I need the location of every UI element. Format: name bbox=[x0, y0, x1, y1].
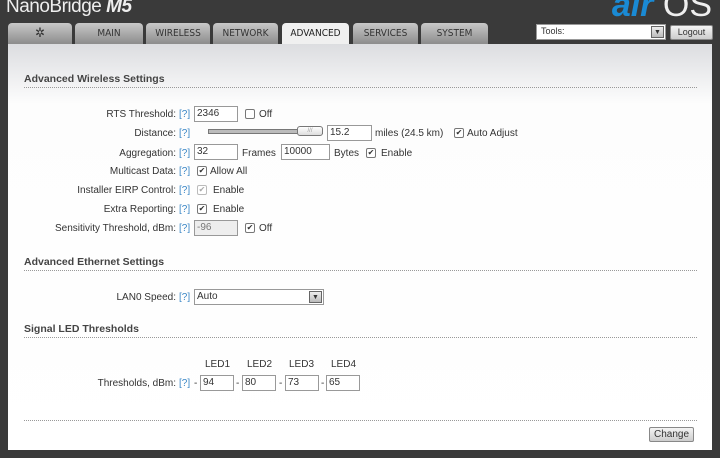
led2-input[interactable]: 80 bbox=[242, 375, 276, 391]
rts-input[interactable]: 2346 bbox=[194, 106, 238, 122]
section-title-wireless: Advanced Wireless Settings bbox=[24, 73, 165, 85]
extra-reporting-enable-label: Enable bbox=[213, 204, 245, 215]
sensitivity-off-label: Off bbox=[259, 223, 273, 234]
rts-off-checkbox[interactable] bbox=[245, 109, 255, 119]
tab-network[interactable]: NETWORK bbox=[213, 23, 278, 44]
tab-wireless[interactable]: WIRELESS bbox=[146, 23, 210, 44]
multicast-label: Multicast Data: bbox=[109, 166, 176, 177]
led4-input[interactable]: 65 bbox=[326, 375, 360, 391]
led3-input[interactable]: 73 bbox=[285, 375, 319, 391]
distance-label: Distance: bbox=[134, 128, 176, 139]
aggregation-label: Aggregation: bbox=[119, 148, 176, 159]
distance-slider-handle[interactable]: /// bbox=[297, 126, 323, 136]
aggregation-enable-checkbox[interactable]: ✔ bbox=[366, 148, 376, 158]
rts-off-label: Off bbox=[259, 109, 273, 120]
section-title-ethernet: Advanced Ethernet Settings bbox=[24, 256, 165, 268]
help-link[interactable]: [?] bbox=[179, 148, 190, 159]
eirp-enable-label: Enable bbox=[213, 185, 245, 196]
tab-main[interactable]: MAIN bbox=[75, 23, 143, 44]
help-link[interactable]: [?] bbox=[179, 378, 190, 389]
bytes-label: Bytes bbox=[334, 148, 360, 159]
led1-input[interactable]: 94 bbox=[200, 375, 234, 391]
minus-sign: - bbox=[321, 378, 325, 389]
logout-button[interactable]: Logout bbox=[670, 25, 713, 40]
thresholds-label: Thresholds, dBm: bbox=[97, 378, 176, 389]
multicast-option-label: Allow All bbox=[210, 166, 248, 177]
logo-prefix: air bbox=[611, 0, 654, 24]
help-link[interactable]: [?] bbox=[179, 204, 190, 215]
tools-select[interactable]: Tools: ▼ bbox=[536, 24, 666, 40]
divider bbox=[24, 337, 697, 338]
auto-adjust-label: Auto Adjust bbox=[467, 128, 518, 139]
help-link[interactable]: [?] bbox=[179, 128, 190, 139]
content-panel bbox=[8, 44, 712, 450]
help-link[interactable]: [?] bbox=[179, 185, 190, 196]
eirp-label: Installer EIRP Control: bbox=[77, 185, 176, 196]
lan0-speed-label: LAN0 Speed: bbox=[116, 292, 177, 303]
chevron-down-icon: ▼ bbox=[309, 291, 322, 303]
sensitivity-input: -96 bbox=[194, 220, 238, 236]
bytes-input[interactable]: 10000 bbox=[281, 144, 330, 160]
help-link[interactable]: [?] bbox=[179, 166, 190, 177]
lan0-speed-select[interactable]: Auto ▼ bbox=[194, 289, 324, 305]
tab-system[interactable]: SYSTEM bbox=[421, 23, 488, 44]
airos-logo: air OS bbox=[612, 0, 712, 25]
sensitivity-off-checkbox[interactable]: ✔ bbox=[245, 223, 255, 233]
lan0-speed-value: Auto bbox=[197, 291, 218, 302]
distance-input[interactable]: 15.2 bbox=[327, 125, 372, 141]
tab-advanced[interactable]: ADVANCED bbox=[282, 23, 349, 45]
auto-adjust-checkbox[interactable]: ✔ bbox=[454, 128, 464, 138]
extra-reporting-checkbox[interactable]: ✔ bbox=[197, 204, 207, 214]
minus-sign: - bbox=[236, 378, 240, 389]
help-link[interactable]: [?] bbox=[179, 223, 190, 234]
divider bbox=[24, 87, 697, 88]
chevron-down-icon: ▼ bbox=[651, 26, 664, 38]
led3-header: LED3 bbox=[289, 359, 315, 370]
minus-sign: - bbox=[194, 378, 198, 389]
eirp-checkbox: ✔ bbox=[197, 185, 207, 195]
section-title-led: Signal LED Thresholds bbox=[24, 323, 139, 335]
minus-sign: - bbox=[279, 378, 283, 389]
device-brand: NanoBridge M5 bbox=[6, 0, 132, 18]
brand-model: M5 bbox=[106, 0, 132, 17]
rts-label: RTS Threshold: bbox=[106, 109, 176, 120]
sensitivity-label: Sensitivity Threshold, dBm: bbox=[55, 223, 176, 234]
aggregation-enable-label: Enable bbox=[381, 148, 413, 159]
frames-input[interactable]: 32 bbox=[194, 144, 238, 160]
logo-suffix: OS bbox=[662, 0, 712, 24]
led1-header: LED1 bbox=[205, 359, 231, 370]
help-link[interactable]: [?] bbox=[179, 109, 190, 120]
frames-label: Frames bbox=[242, 148, 276, 159]
multicast-checkbox[interactable]: ✔ bbox=[197, 166, 207, 176]
extra-reporting-label: Extra Reporting: bbox=[103, 204, 176, 215]
led2-header: LED2 bbox=[247, 359, 273, 370]
tab-services[interactable]: SERVICES bbox=[353, 23, 418, 44]
change-button[interactable]: Change bbox=[649, 427, 694, 442]
help-link[interactable]: [?] bbox=[179, 292, 190, 303]
led4-header: LED4 bbox=[331, 359, 357, 370]
ubiquiti-antenna-icon: ✲ bbox=[35, 26, 45, 41]
divider bbox=[24, 270, 697, 271]
distance-unit: miles (24.5 km) bbox=[375, 128, 444, 139]
brand-name: NanoBridge bbox=[6, 0, 102, 17]
tab-ubiquiti-logo[interactable]: ✲ bbox=[8, 23, 72, 44]
divider bbox=[24, 420, 697, 421]
tools-value: Tools: bbox=[541, 26, 565, 36]
